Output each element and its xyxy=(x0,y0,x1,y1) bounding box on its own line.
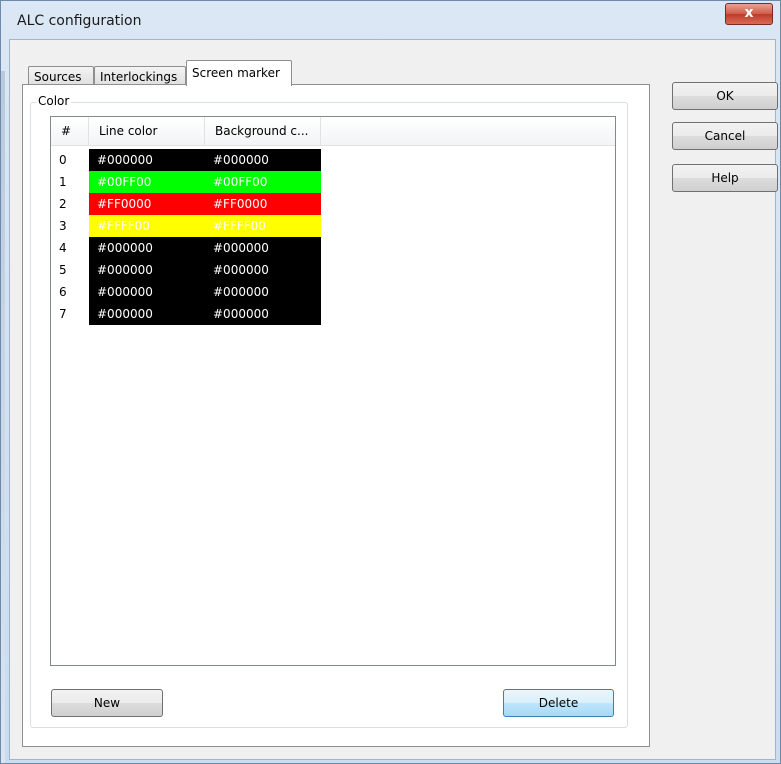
column-header-line-color-label: Line color xyxy=(99,124,158,138)
table-row[interactable]: 1 #00FF00 #00FF00 xyxy=(51,171,615,193)
background-color-cell: #FFFF00 xyxy=(205,215,321,237)
color-list[interactable]: # Line color Background c... 0 #000000 #00… xyxy=(50,116,616,666)
help-button-label: Help xyxy=(711,171,739,185)
delete-button[interactable]: Delete xyxy=(503,689,614,717)
row-index-cell: 4 xyxy=(59,241,67,255)
row-index-cell: 1 xyxy=(59,175,67,189)
line-color-cell: #000000 xyxy=(89,281,205,303)
window-left-edge xyxy=(1,71,5,763)
row-index-cell: 2 xyxy=(59,197,67,211)
table-row[interactable]: 0 #000000 #000000 xyxy=(51,149,615,171)
table-row[interactable]: 5 #000000 #000000 xyxy=(51,259,615,281)
column-header-line-color[interactable]: Line color xyxy=(89,117,205,145)
delete-button-label: Delete xyxy=(538,696,579,710)
tab-screen-marker[interactable]: Screen marker xyxy=(186,60,292,86)
list-header: # Line color Background c... xyxy=(51,117,615,146)
row-index-cell: 0 xyxy=(59,153,67,167)
line-color-cell: #FF0000 xyxy=(89,193,205,215)
row-index-cell: 7 xyxy=(59,307,67,321)
cancel-button-label: Cancel xyxy=(704,129,746,143)
close-button[interactable]: x xyxy=(725,3,773,25)
background-color-cell: #FF0000 xyxy=(205,193,321,215)
column-header-background-color[interactable]: Background c... xyxy=(205,117,321,145)
help-button[interactable]: Help xyxy=(672,164,778,192)
background-color-cell: #000000 xyxy=(205,259,321,281)
color-group-label: Color xyxy=(36,94,72,108)
cancel-button[interactable]: Cancel xyxy=(672,122,778,150)
column-header-index-label: # xyxy=(61,124,72,138)
ok-button-label: OK xyxy=(716,89,734,103)
row-index-cell: 6 xyxy=(59,285,67,299)
row-index-cell: 3 xyxy=(59,219,67,233)
table-row[interactable]: 3 #FFFF00 #FFFF00 xyxy=(51,215,615,237)
column-header-index[interactable]: # xyxy=(51,117,89,145)
line-color-cell: #000000 xyxy=(89,303,205,325)
background-color-cell: #000000 xyxy=(205,303,321,325)
table-row[interactable]: 7 #000000 #000000 xyxy=(51,303,615,325)
table-row[interactable]: 6 #000000 #000000 xyxy=(51,281,615,303)
window-title: ALC configuration xyxy=(17,13,142,29)
table-row[interactable]: 2 #FF0000 #FF0000 xyxy=(51,193,615,215)
tab-sources-label: Sources xyxy=(34,70,82,84)
line-color-cell: #000000 xyxy=(89,259,205,281)
tab-interlockings[interactable]: Interlockings xyxy=(94,66,186,86)
line-color-cell: #00FF00 xyxy=(89,171,205,193)
line-color-cell: #000000 xyxy=(89,237,205,259)
tab-sources[interactable]: Sources xyxy=(28,66,94,86)
table-row[interactable]: 4 #000000 #000000 xyxy=(51,237,615,259)
line-color-cell: #FFFF00 xyxy=(89,215,205,237)
background-color-cell: #000000 xyxy=(205,281,321,303)
background-color-cell: #00FF00 xyxy=(205,171,321,193)
column-header-background-color-label: Background c... xyxy=(215,124,309,138)
tab-screen-marker-label: Screen marker xyxy=(192,66,280,80)
line-color-cell: #000000 xyxy=(89,149,205,171)
background-color-cell: #000000 xyxy=(205,237,321,259)
tab-interlockings-label: Interlockings xyxy=(100,70,178,84)
new-button-label: New xyxy=(93,696,121,710)
row-index-cell: 5 xyxy=(59,263,67,277)
ok-button[interactable]: OK xyxy=(672,82,778,110)
close-icon: x xyxy=(744,5,754,21)
new-button[interactable]: New xyxy=(51,689,163,717)
title-bar[interactable]: ALC configuration x xyxy=(1,1,780,39)
background-color-cell: #000000 xyxy=(205,149,321,171)
